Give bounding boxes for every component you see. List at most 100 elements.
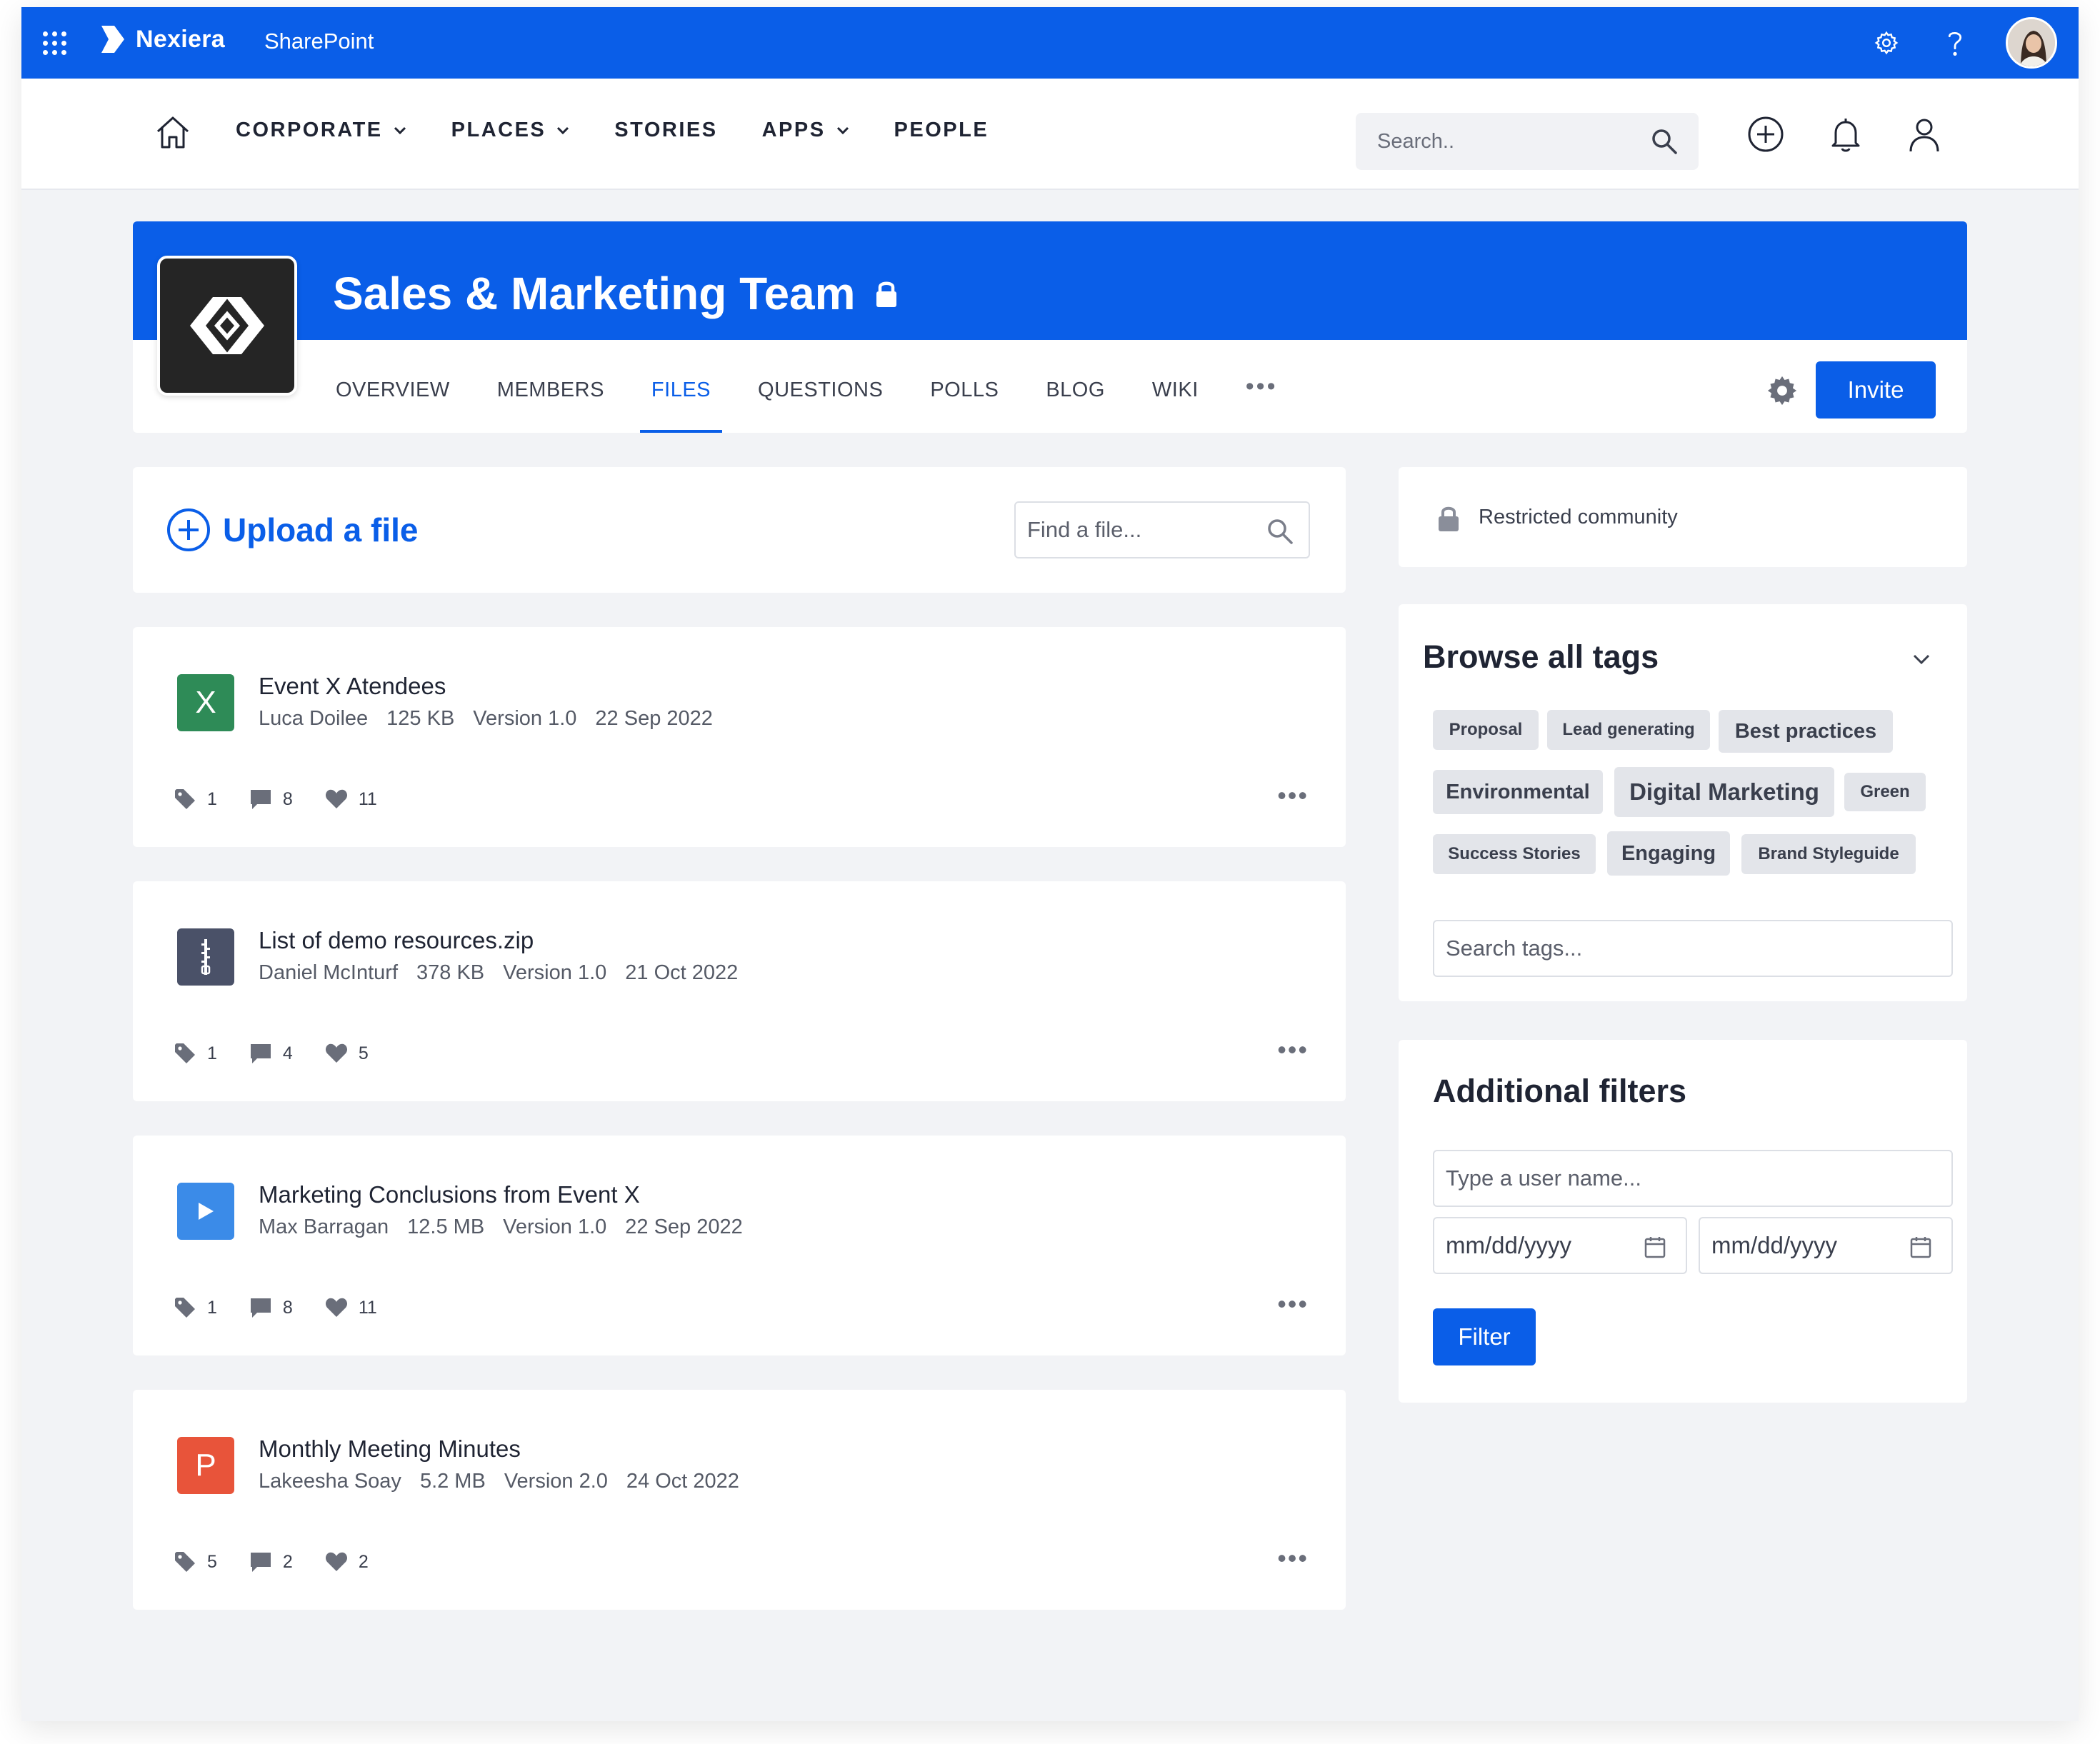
additional-filters-title: Additional filters [1433,1073,1687,1109]
chevron-down-icon [394,126,406,134]
tag-chip[interactable]: Best practices [1719,710,1893,753]
main-navigation: CORPORATE PLACES STORIES APPS PEOPLE [21,79,2079,190]
calendar-icon[interactable] [1644,1236,1666,1258]
app-frame: Nexiera SharePoint CORPORATE PLACES STOR… [21,7,2079,1721]
brand-logo[interactable]: Nexiera [99,23,225,56]
suite-app-name[interactable]: SharePoint [264,29,374,54]
add-plus-circle-icon[interactable] [1746,114,1786,154]
tag-chip[interactable]: Engaging [1607,831,1730,876]
file-more-options-icon[interactable]: ••• [1277,1037,1309,1063]
search-icon[interactable] [1650,127,1679,156]
community-settings-gear-icon[interactable] [1766,374,1799,407]
tag-icon [175,1298,195,1318]
file-card[interactable]: P Monthly Meeting Minutes Lakeesha Soay … [133,1390,1346,1610]
settings-gear-icon[interactable] [1869,25,1904,61]
user-name-input[interactable] [1433,1150,1953,1207]
comment-count[interactable]: 8 [249,1296,293,1320]
tag-count[interactable]: 1 [173,1296,217,1320]
community-tabs: OVERVIEW MEMBERS FILES QUESTIONS POLLS B… [336,373,1277,433]
user-avatar[interactable] [2006,17,2057,69]
tag-chip[interactable]: Digital Marketing [1614,767,1834,817]
tab-files[interactable]: FILES [639,379,723,433]
file-more-options-icon[interactable]: ••• [1277,783,1309,808]
app-launcher-icon[interactable] [43,31,67,56]
tag-count[interactable]: 1 [173,1041,217,1066]
nav-item-corporate[interactable]: CORPORATE [236,119,407,142]
tab-questions[interactable]: QUESTIONS [758,379,883,433]
tab-members[interactable]: MEMBERS [497,379,604,433]
tag-chip[interactable]: Environmental [1433,770,1603,814]
lock-icon [876,281,896,307]
like-count[interactable]: 5 [324,1041,369,1066]
like-count[interactable]: 11 [324,787,377,811]
like-count[interactable]: 2 [324,1550,369,1574]
file-more-options-icon[interactable]: ••• [1277,1291,1309,1317]
heart-icon [325,1298,347,1317]
file-meta: Lakeesha Soay 5.2 MB Version 2.0 24 Oct … [259,1470,758,1493]
tab-wiki[interactable]: WIKI [1152,379,1199,433]
comment-count-value: 8 [282,788,293,809]
tag-chip[interactable]: Lead generating [1547,710,1710,750]
comment-count[interactable]: 4 [249,1041,293,1066]
file-author[interactable]: Daniel McInturf [259,961,398,985]
comment-icon [250,1553,271,1572]
tag-chip[interactable]: Brand Styleguide [1741,834,1916,874]
home-icon[interactable] [154,113,192,151]
tab-overview[interactable]: OVERVIEW [336,379,450,433]
tag-icon [175,1043,195,1063]
file-author[interactable]: Max Barragan [259,1216,389,1239]
file-author[interactable]: Luca Doilee [259,707,368,731]
nav-label: CORPORATE [236,119,383,141]
file-author[interactable]: Lakeesha Soay [259,1470,401,1493]
nav-item-people[interactable]: PEOPLE [894,119,989,142]
profile-user-icon[interactable] [1904,114,1944,154]
tag-count[interactable]: 1 [173,787,217,811]
tabs-more-button[interactable]: ••• [1246,373,1278,433]
tab-blog[interactable]: BLOG [1046,379,1105,433]
file-name[interactable]: Monthly Meeting Minutes [259,1435,521,1463]
file-size: 12.5 MB [407,1216,485,1238]
comment-count[interactable]: 8 [249,787,293,811]
powerpoint-icon: P [177,1437,234,1494]
file-meta: Max Barragan 12.5 MB Version 1.0 22 Sep … [259,1216,761,1239]
tag-chip[interactable]: Green [1844,773,1926,811]
restricted-community-label: Restricted community [1479,506,1678,528]
filter-button[interactable]: Filter [1433,1308,1536,1365]
nav-item-apps[interactable]: APPS [762,119,850,142]
calendar-icon[interactable] [1910,1236,1931,1258]
brand-mark-icon [101,26,124,53]
like-count[interactable]: 11 [324,1296,377,1320]
file-more-options-icon[interactable]: ••• [1277,1545,1309,1571]
tag-count[interactable]: 5 [173,1550,217,1574]
tag-chip[interactable]: Proposal [1433,710,1539,750]
file-card[interactable]: List of demo resources.zip Daniel McIntu… [133,881,1346,1101]
find-file-search [1014,501,1310,558]
help-question-icon[interactable] [1937,25,1973,61]
tab-polls[interactable]: POLLS [930,379,999,433]
global-search-input[interactable] [1377,129,1649,154]
file-size: 5.2 MB [419,1470,486,1493]
file-version: Version 1.0 [503,961,607,984]
file-name[interactable]: Marketing Conclusions from Event X [259,1181,640,1208]
date-to-field[interactable]: mm/dd/yyyy [1699,1217,1953,1274]
find-file-input[interactable] [1027,517,1256,543]
like-count-value: 5 [358,1043,369,1063]
chevron-down-icon[interactable] [1911,653,1931,667]
comment-count[interactable]: 2 [249,1550,293,1574]
file-card[interactable]: Marketing Conclusions from Event X Max B… [133,1136,1346,1355]
file-name[interactable]: Event X Atendees [259,673,446,700]
upload-file-button[interactable]: Upload a file [166,507,418,553]
file-stats: 1 4 5 [173,1041,400,1066]
file-card[interactable]: X Event X Atendees Luca Doilee 125 KB Ve… [133,627,1346,847]
nav-item-stories[interactable]: STORIES [614,119,717,142]
notifications-bell-icon[interactable] [1826,114,1866,154]
heart-icon [325,789,347,808]
tag-count-value: 1 [207,788,217,809]
search-tags-input[interactable] [1433,920,1953,977]
date-from-field[interactable]: mm/dd/yyyy [1433,1217,1687,1274]
file-name[interactable]: List of demo resources.zip [259,927,534,954]
search-icon[interactable] [1266,517,1294,546]
nav-item-places[interactable]: PLACES [451,119,571,142]
tag-chip[interactable]: Success Stories [1433,834,1596,874]
invite-button[interactable]: Invite [1816,361,1936,419]
